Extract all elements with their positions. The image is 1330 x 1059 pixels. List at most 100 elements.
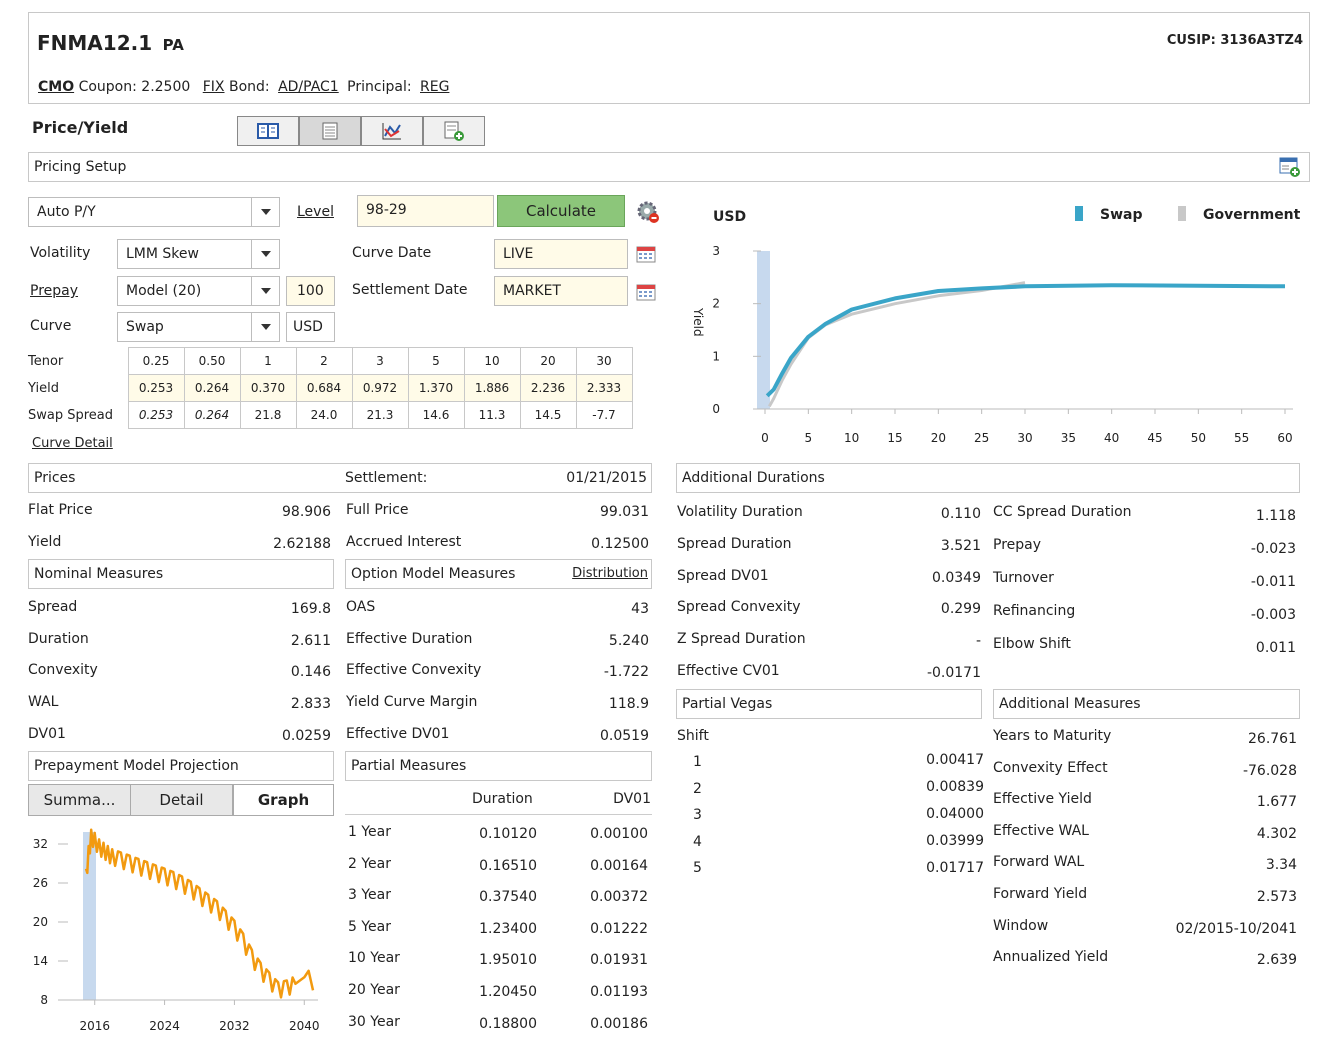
full-price-value: 99.031 [600, 504, 649, 520]
partial-row-label: 10 Year [348, 950, 400, 967]
settlement-date-label: Settlement Date [352, 282, 468, 298]
yield-cell[interactable]: 1.886 [463, 374, 521, 402]
x-tick-label: 2032 [219, 1019, 250, 1033]
table-icon [322, 122, 338, 140]
full-price-label: Full Price [346, 502, 409, 518]
prepay-speed-input[interactable]: 100 [286, 276, 335, 306]
tenor-cell: 30 [575, 347, 633, 375]
curve-detail-link[interactable]: Curve Detail [32, 436, 113, 451]
chevron-down-icon [251, 240, 279, 268]
distribution-link[interactable]: Distribution [572, 560, 648, 588]
x-tick-label: 0 [761, 431, 769, 445]
principal-link[interactable]: REG [420, 79, 449, 95]
partial-row-dv01: 0.00164 [590, 857, 648, 874]
prepay-select[interactable]: Model (20) [117, 276, 280, 306]
add-meas-value: 4.302 [1256, 825, 1297, 842]
pricing-setup-add-icon[interactable] [1279, 157, 1301, 177]
calculate-button[interactable]: Calculate [497, 195, 625, 227]
curve-date-input[interactable]: LIVE [494, 239, 628, 269]
option-row-label: Yield Curve Margin [346, 694, 478, 711]
add-meas-value: 1.677 [1256, 794, 1297, 811]
swap-spread-label: Swap Spread [28, 407, 114, 423]
settings-gear-icon[interactable] [636, 200, 660, 224]
tab-graph[interactable]: Graph [233, 784, 334, 816]
add-meas-value: 02/2015-10/2041 [1175, 920, 1297, 937]
yield-cell[interactable]: 0.370 [239, 374, 297, 402]
calendar-icon[interactable] [636, 283, 656, 301]
book-button[interactable] [237, 116, 299, 146]
add-dur-value: 0.110 [940, 506, 981, 522]
option-row-label: Effective DV01 [346, 725, 450, 742]
yield-cell[interactable]: 0.264 [183, 374, 241, 402]
type-link[interactable]: CMO [38, 79, 74, 95]
calculator-add-button[interactable] [423, 116, 485, 146]
level-link[interactable]: Level [297, 204, 334, 220]
tenor-cell: 0.25 [127, 347, 185, 375]
add-dur-label: Spread Duration [677, 535, 792, 552]
vega-value: 0.03999 [926, 833, 984, 849]
level-input[interactable]: 98-29 [357, 195, 494, 227]
nominal-measures-header: Nominal Measures [28, 559, 334, 589]
book-icon [257, 123, 279, 139]
add-dur-label: Volatility Duration [677, 504, 803, 520]
yield-cell[interactable]: 2.236 [519, 374, 577, 402]
tab-detail[interactable]: Detail [130, 784, 233, 816]
x-tick-label: 35 [1061, 431, 1076, 445]
partial-row-duration: 1.20450 [479, 984, 537, 1000]
yield-cell[interactable]: 2.333 [575, 374, 633, 402]
add-meas-value: -76.028 [1242, 762, 1297, 779]
volatility-value: LMM Skew [126, 246, 199, 262]
settlement-date-input[interactable]: MARKET [494, 276, 628, 306]
add-meas-label: Effective Yield [993, 791, 1092, 808]
tab-summary[interactable]: Summa... [28, 784, 131, 816]
vega-value: 0.01717 [926, 860, 984, 876]
option-model-header: Option Model Measures Distribution [345, 559, 652, 589]
option-row-value: 0.0519 [600, 727, 649, 744]
yield-cell[interactable]: 0.972 [351, 374, 409, 402]
add-meas-label: Forward WAL [993, 854, 1085, 871]
curve-value: Swap [126, 319, 164, 335]
yield-cell[interactable]: 1.370 [407, 374, 465, 402]
calendar-icon[interactable] [636, 245, 656, 263]
x-tick-label: 60 [1277, 431, 1292, 445]
vega-value: 0.00417 [926, 752, 984, 768]
add-meas-label: Annualized Yield [993, 949, 1109, 966]
partial-row-label: 5 Year [348, 918, 391, 935]
add-dur-label: Spread DV01 [677, 567, 769, 584]
option-row-label: Effective Convexity [346, 662, 482, 679]
option-row-value: 118.9 [608, 696, 649, 713]
yield-row-label: Yield [28, 380, 59, 396]
y-tick-label: 32 [33, 837, 48, 851]
volatility-select[interactable]: LMM Skew [117, 239, 280, 269]
chart-highlight-band [757, 251, 770, 409]
table-button[interactable] [299, 116, 361, 146]
curve-select[interactable]: Swap [117, 312, 280, 342]
curve-date-label: Curve Date [352, 245, 432, 261]
option-model-title: Option Model Measures [351, 566, 516, 582]
partial-row-duration: 0.37540 [479, 889, 537, 906]
nominal-row-value: 169.8 [290, 601, 331, 617]
nominal-row-label: DV01 [28, 725, 66, 742]
pricing-setup-label: Pricing Setup [34, 159, 127, 175]
add-meas-label: Convexity Effect [993, 759, 1108, 776]
yield-cell[interactable]: 0.253 [127, 374, 185, 402]
legend-swap-label: Swap [1100, 207, 1143, 223]
yield-value: 2.62188 [273, 536, 331, 552]
option-row-value: 5.240 [608, 632, 649, 649]
legend-government-swatch [1178, 206, 1186, 221]
chart-button[interactable] [361, 116, 423, 146]
partial-row-duration: 1.95010 [479, 952, 537, 969]
add-meas-value: 26.761 [1248, 731, 1297, 747]
bond-label: Bond: [228, 79, 270, 95]
option-row-value: 43 [631, 601, 649, 617]
bond-link[interactable]: AD/PAC1 [278, 79, 339, 95]
add-dur-right-value: 0.011 [1255, 640, 1296, 656]
chevron-down-icon [251, 198, 279, 226]
mode-select[interactable]: Auto P/Y [28, 197, 280, 227]
yield-cell[interactable]: 0.684 [295, 374, 353, 402]
partial-row-duration: 0.18800 [479, 1015, 537, 1032]
x-tick-label: 30 [1017, 431, 1032, 445]
prepay-link[interactable]: Prepay [30, 283, 78, 299]
shift-label: Shift [677, 728, 709, 744]
fix-link[interactable]: FIX [203, 79, 225, 95]
